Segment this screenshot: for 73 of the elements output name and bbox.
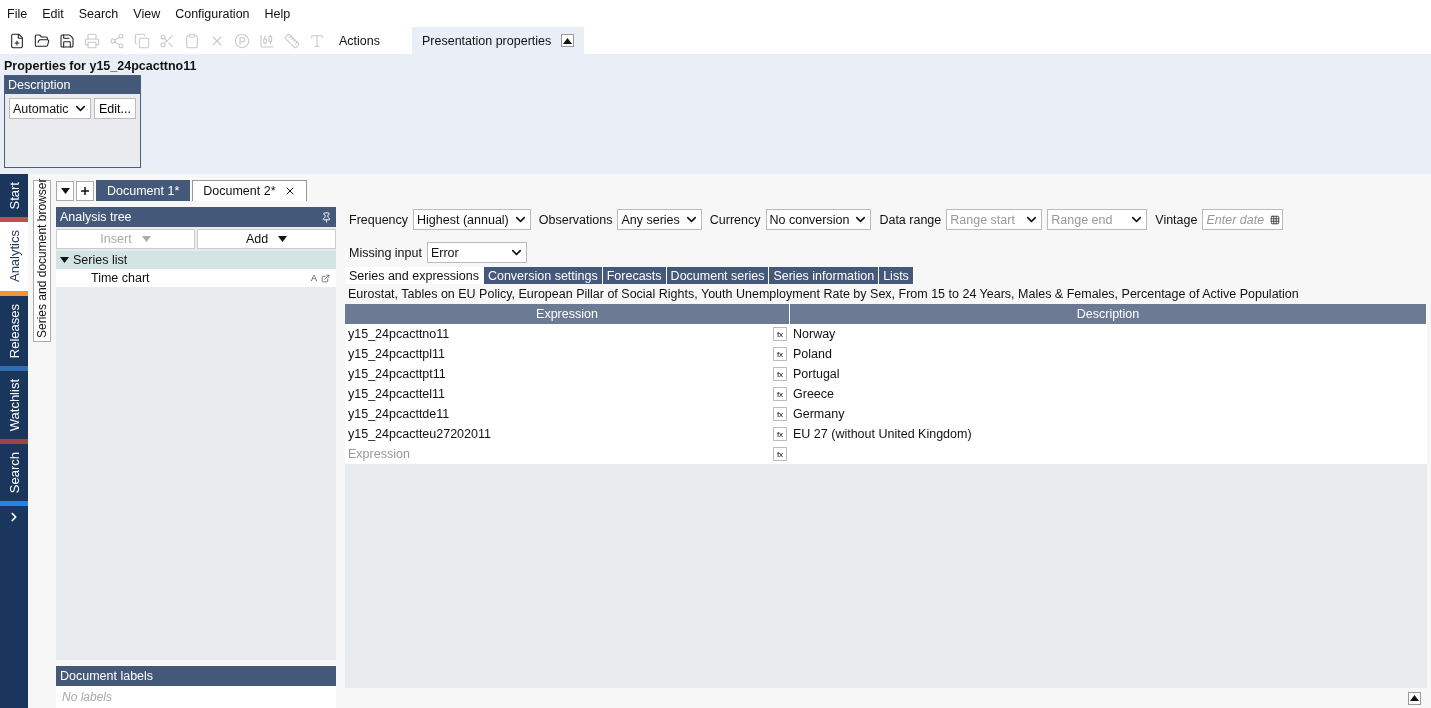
menu-item[interactable]: Search — [78, 6, 119, 21]
expression-cell[interactable]: y15_24pcacttde11 fx — [345, 404, 790, 424]
tree-item[interactable]: Time chart A — [56, 269, 336, 287]
function-button[interactable]: fx — [773, 447, 787, 461]
description-cell-text: Germany — [792, 406, 846, 423]
pin-icon[interactable] — [321, 211, 332, 223]
function-button[interactable]: fx — [773, 427, 787, 441]
document-tab[interactable]: Document 1* — [96, 180, 191, 201]
add-button[interactable] — [76, 181, 94, 201]
caret-icon — [141, 236, 151, 242]
collapse-button[interactable] — [1408, 691, 1421, 705]
nav-tab[interactable]: Search — [0, 443, 28, 507]
tag-label: A — [311, 273, 317, 283]
dropdown-button[interactable] — [56, 181, 74, 201]
function-button[interactable]: fx — [773, 347, 787, 361]
expression-cell[interactable]: y15_24pcacttpl11 fx — [345, 344, 790, 364]
menu-item[interactable]: File — [7, 6, 28, 21]
triangle-icon — [563, 37, 573, 44]
expression-cell[interactable]: y15_24pcacttno11 fx — [345, 324, 790, 344]
caret-icon — [60, 188, 70, 194]
expression-cell[interactable]: y15_24pcacttel11 fx — [345, 384, 790, 404]
function-button[interactable]: fx — [773, 407, 787, 421]
series-title: Eurostat, Tables on EU Policy, European Pillar of Social Rights, Youth Unemployment Rate by Sex, From 15 to 24 Years, Males & Females, Percentage of Active Population — [347, 286, 1300, 303]
caret-icon — [278, 236, 288, 242]
save-icon[interactable] — [58, 32, 75, 49]
collapse-button[interactable] — [561, 34, 575, 47]
actions-menu[interactable]: Actions — [329, 27, 412, 54]
presentation-tab[interactable]: Presentation properties — [412, 27, 585, 54]
open-icon[interactable] — [321, 273, 330, 283]
expression-cell[interactable]: y15_24pcacttpt11 fx — [345, 364, 790, 384]
description-cell-text: EU 27 (without United Kingdom) — [792, 426, 973, 443]
group-title: Description — [5, 76, 140, 94]
function-button[interactable]: fx — [773, 327, 787, 341]
description-cell-text: Norway — [792, 326, 837, 343]
filter-label: Frequency — [349, 212, 409, 227]
caret-icon — [1410, 695, 1419, 701]
expression-cell[interactable]: y15_24pcactteu27202011 fx — [345, 424, 790, 444]
tree-item[interactable]: Series list — [56, 251, 336, 269]
description-dropdown[interactable]: Automatic — [9, 98, 92, 119]
function-button[interactable]: fx — [773, 367, 787, 381]
filter-label: Missing input — [349, 245, 422, 260]
calendar-icon — [1270, 214, 1281, 225]
panel-title: Analysis tree — [60, 210, 132, 224]
description-cell-text: Greece — [792, 386, 835, 403]
menu-item[interactable]: Help — [264, 6, 291, 21]
dropdown[interactable]: Highest (annual) — [413, 209, 531, 230]
nav-tab[interactable]: Watchlist — [0, 370, 28, 444]
plus-icon — [81, 187, 89, 195]
browser-tab[interactable]: Series and document browser — [33, 180, 51, 342]
folder-icon[interactable] — [33, 32, 50, 49]
nav-tab[interactable]: Releases — [0, 295, 28, 371]
panel-title: Document labels — [60, 669, 154, 683]
menu-item[interactable]: Configuration — [175, 6, 250, 21]
function-button[interactable]: fx — [773, 387, 787, 401]
dropdown[interactable]: Error — [426, 242, 527, 263]
menu-item[interactable]: View — [133, 6, 161, 21]
properties-title: Properties for y15_24pcacttno11 — [4, 59, 198, 73]
add-button[interactable]: Add — [197, 229, 336, 249]
document-tab[interactable]: Document 2* — [192, 180, 307, 201]
filter-label: Vintage — [1155, 212, 1198, 227]
description-cell-text: Portugal — [792, 366, 841, 383]
nav-tab[interactable]: Analytics — [0, 222, 28, 296]
edit-button[interactable]: Edit... — [94, 98, 136, 119]
dropdown[interactable]: Any series — [617, 209, 702, 230]
filter-label: Currency — [709, 212, 761, 227]
new-document-icon[interactable] — [8, 32, 25, 49]
filter-label: Data range — [879, 212, 942, 227]
filter-label: Observations — [538, 212, 613, 227]
menu-item[interactable]: Edit — [42, 6, 64, 21]
dropdown[interactable]: No conversion — [765, 209, 872, 230]
collapse-icon — [60, 257, 69, 263]
sub-tab[interactable]: Series and expressions — [345, 267, 484, 284]
description-cell-text: Poland — [792, 346, 833, 363]
